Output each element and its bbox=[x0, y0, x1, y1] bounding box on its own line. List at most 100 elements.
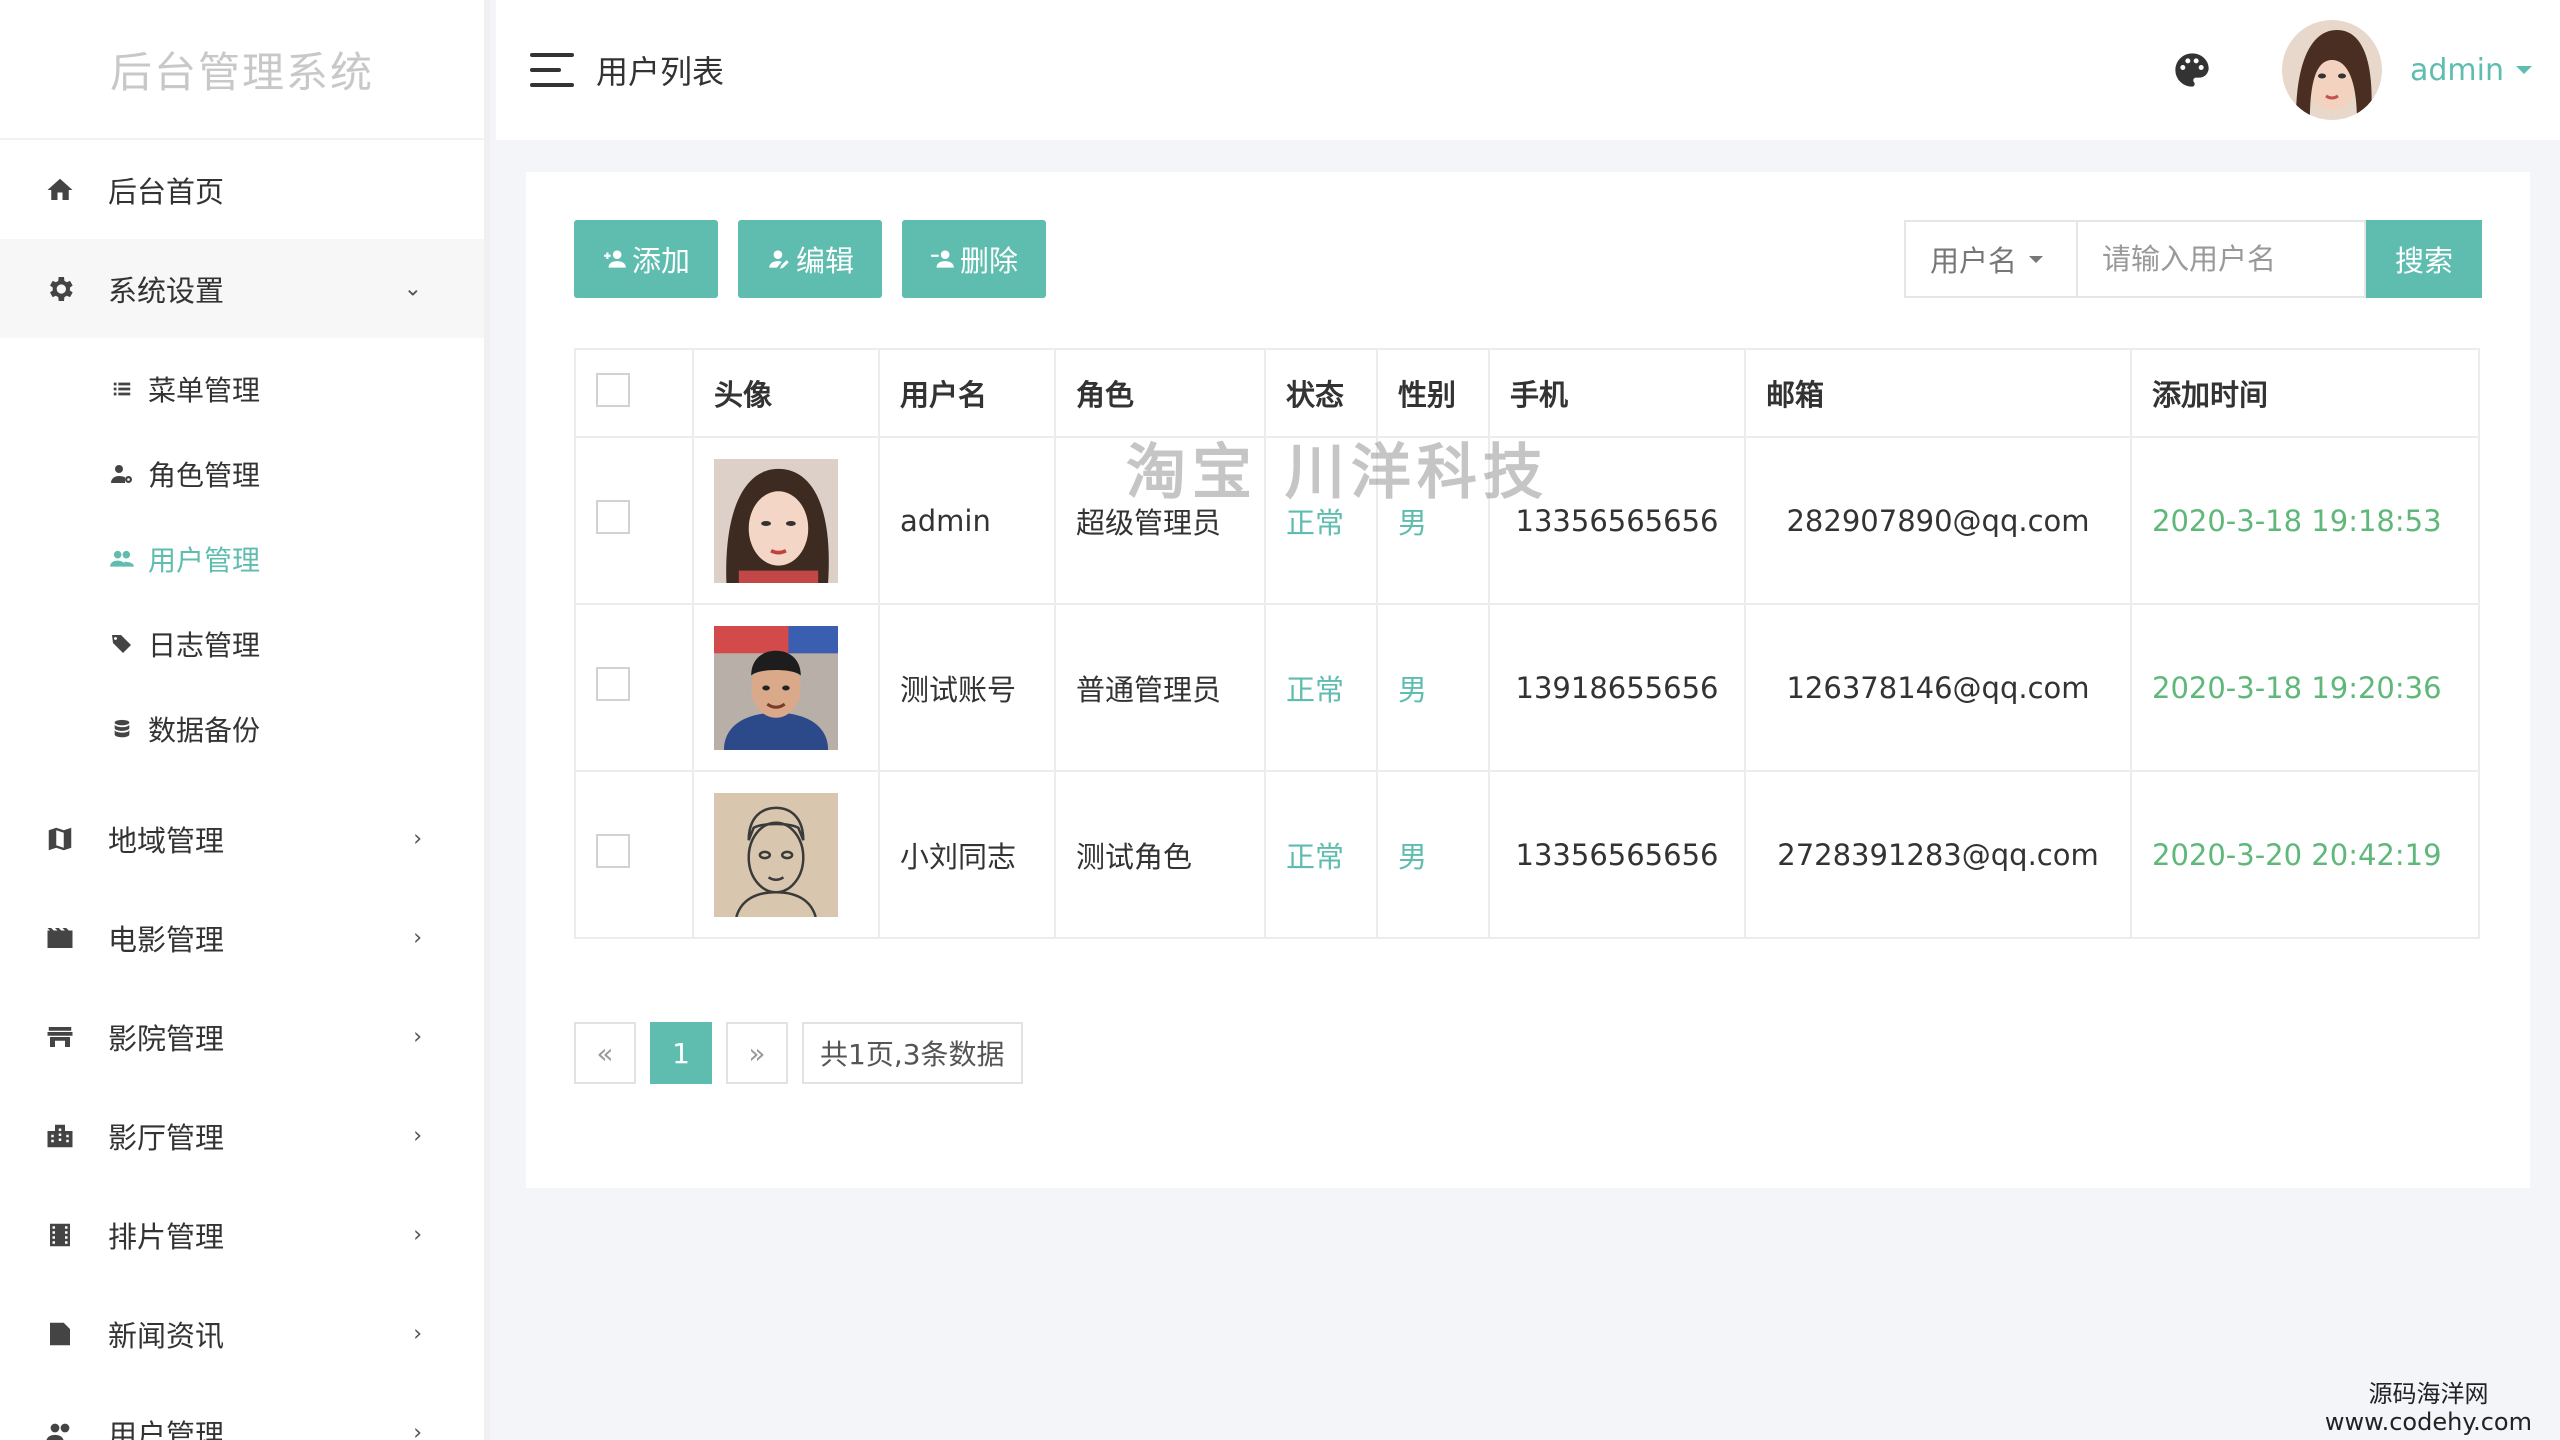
chevron-right-icon: › bbox=[413, 1123, 422, 1148]
list-icon bbox=[108, 375, 136, 403]
sub-item-user[interactable]: 用户管理 bbox=[0, 516, 484, 601]
row-checkbox[interactable] bbox=[596, 500, 630, 534]
phone-cell: 13356565656 bbox=[1488, 436, 1746, 605]
app-logo: 后台管理系统 bbox=[0, 0, 484, 140]
nav-cinema-label: 影院管理 bbox=[108, 1021, 225, 1056]
prev-page-button[interactable]: « bbox=[574, 1022, 636, 1084]
corner-watermark-line1: 源码海洋网 bbox=[2368, 1380, 2489, 1408]
row-checkbox-cell bbox=[574, 436, 694, 605]
nav-users-label: 用户管理 bbox=[108, 1417, 225, 1440]
row-checkbox[interactable] bbox=[596, 667, 630, 701]
sub-item-log[interactable]: 日志管理 bbox=[0, 601, 484, 686]
col-phone: 手机 bbox=[1488, 348, 1746, 438]
avatar bbox=[714, 792, 838, 917]
add-button[interactable]: 添加 bbox=[574, 220, 719, 298]
username-cell: admin bbox=[878, 436, 1056, 605]
chevron-right-icon: › bbox=[413, 1222, 422, 1247]
phone-cell: 13918655656 bbox=[1488, 603, 1746, 772]
edit-button[interactable]: 编辑 bbox=[738, 220, 883, 298]
row-checkbox-cell bbox=[574, 770, 694, 939]
gender-cell: 男 bbox=[1376, 770, 1490, 939]
search-field-value: 用户名 bbox=[1930, 244, 2018, 278]
username-cell: 测试账号 bbox=[878, 603, 1056, 772]
edit-button-label: 编辑 bbox=[796, 244, 855, 278]
nav-hall-label: 影厅管理 bbox=[108, 1120, 225, 1155]
col-status: 状态 bbox=[1264, 348, 1378, 438]
nav-home[interactable]: 后台首页 bbox=[0, 140, 484, 239]
nav-news-label: 新闻资讯 bbox=[108, 1318, 225, 1353]
sub-item-backup[interactable]: 数据备份 bbox=[0, 686, 484, 771]
tag-icon bbox=[108, 630, 136, 658]
admin-avatar[interactable] bbox=[2282, 20, 2382, 120]
chevron-down-icon: ⌄ bbox=[403, 276, 422, 301]
page-button-current[interactable]: 1 bbox=[650, 1022, 712, 1084]
email-cell: 282907890@qq.com bbox=[1744, 436, 2132, 605]
nav-settings-label: 系统设置 bbox=[108, 273, 225, 308]
delete-button-label: 删除 bbox=[960, 244, 1019, 278]
col-role: 角色 bbox=[1054, 348, 1266, 438]
col-email: 邮箱 bbox=[1744, 348, 2132, 438]
avatar-cell bbox=[692, 436, 880, 605]
search-button[interactable]: 搜索 bbox=[2366, 220, 2482, 298]
nav-movie[interactable]: 电影管理 › bbox=[0, 888, 484, 987]
role-cell: 测试角色 bbox=[1054, 770, 1266, 939]
nav-cinema[interactable]: 影院管理 › bbox=[0, 987, 484, 1086]
user-minus-icon bbox=[931, 250, 954, 268]
header-checkbox-cell bbox=[574, 348, 694, 438]
status-cell: 正常 bbox=[1264, 770, 1378, 939]
status-cell: 正常 bbox=[1264, 436, 1378, 605]
select-all-checkbox[interactable] bbox=[596, 372, 630, 407]
col-avatar: 头像 bbox=[692, 348, 880, 438]
col-gender: 性别 bbox=[1376, 348, 1490, 438]
page-title: 用户列表 bbox=[596, 53, 725, 91]
sub-item-label: 角色管理 bbox=[148, 458, 261, 492]
chevron-right-icon: › bbox=[413, 925, 422, 950]
nav-movie-label: 电影管理 bbox=[108, 922, 225, 957]
sub-item-menu[interactable]: 菜单管理 bbox=[0, 346, 484, 431]
col-username: 用户名 bbox=[878, 348, 1056, 438]
admin-username[interactable]: admin bbox=[2410, 53, 2504, 88]
time-cell: 2020-3-18 19:20:36 bbox=[2130, 603, 2480, 772]
gear-icon bbox=[42, 271, 78, 307]
sidebar: 后台管理系统 后台首页 系统设置 ⌄ 菜单管理 角色管理 用户管理 日志管理 数… bbox=[0, 0, 490, 1440]
user-table: 头像 用户名 角色 状态 性别 手机 邮箱 添加时间 admin 超级管理员 正… bbox=[574, 348, 2480, 939]
row-checkbox[interactable] bbox=[596, 834, 630, 868]
next-page-button[interactable]: » bbox=[726, 1022, 788, 1084]
hamburger-icon[interactable] bbox=[530, 53, 574, 87]
pagination: « 1 » 共1页,3条数据 bbox=[574, 1022, 1023, 1084]
user-gear-icon bbox=[108, 460, 136, 488]
nav-settings[interactable]: 系统设置 ⌄ bbox=[0, 239, 484, 338]
search-bar: 用户名 搜索 bbox=[1904, 220, 2482, 298]
nav-hall[interactable]: 影厅管理 › bbox=[0, 1086, 484, 1185]
email-cell: 2728391283@qq.com bbox=[1744, 770, 2132, 939]
caret-down-icon[interactable] bbox=[2516, 66, 2532, 74]
users-icon bbox=[42, 1415, 78, 1440]
top-header: 用户列表 admin bbox=[496, 0, 2560, 140]
delete-button[interactable]: 删除 bbox=[902, 220, 1047, 298]
gender-cell: 男 bbox=[1376, 603, 1490, 772]
table-header-row: 头像 用户名 角色 状态 性别 手机 邮箱 添加时间 bbox=[574, 348, 2480, 438]
time-cell: 2020-3-18 19:18:53 bbox=[2130, 436, 2480, 605]
palette-icon[interactable] bbox=[2172, 50, 2212, 90]
sub-item-role[interactable]: 角色管理 bbox=[0, 431, 484, 516]
database-icon bbox=[108, 715, 136, 743]
gender-cell: 男 bbox=[1376, 436, 1490, 605]
chevron-right-icon: › bbox=[413, 826, 422, 851]
role-cell: 超级管理员 bbox=[1054, 436, 1266, 605]
nav-home-label: 后台首页 bbox=[108, 174, 225, 209]
nav-news[interactable]: 新闻资讯 › bbox=[0, 1284, 484, 1383]
building-icon bbox=[42, 1118, 78, 1154]
avatar-cell bbox=[692, 770, 880, 939]
table-row: admin 超级管理员 正常 男 13356565656 282907890@q… bbox=[574, 436, 2480, 605]
film-icon bbox=[42, 1217, 78, 1253]
nav-region[interactable]: 地域管理 › bbox=[0, 789, 484, 888]
search-input[interactable] bbox=[2076, 220, 2366, 298]
user-list-card: 添加 编辑 删除 用户名 搜索 头像 用户名 角色 状态 性别 手机 bbox=[526, 172, 2530, 1188]
nav-users[interactable]: 用户管理 › bbox=[0, 1383, 484, 1440]
search-field-select[interactable]: 用户名 bbox=[1904, 220, 2076, 298]
nav-schedule[interactable]: 排片管理 › bbox=[0, 1185, 484, 1284]
avatar-cell bbox=[692, 603, 880, 772]
sub-item-label: 日志管理 bbox=[148, 628, 261, 662]
col-time: 添加时间 bbox=[2130, 348, 2480, 438]
table-row: 测试账号 普通管理员 正常 男 13918655656 126378146@qq… bbox=[574, 603, 2480, 772]
